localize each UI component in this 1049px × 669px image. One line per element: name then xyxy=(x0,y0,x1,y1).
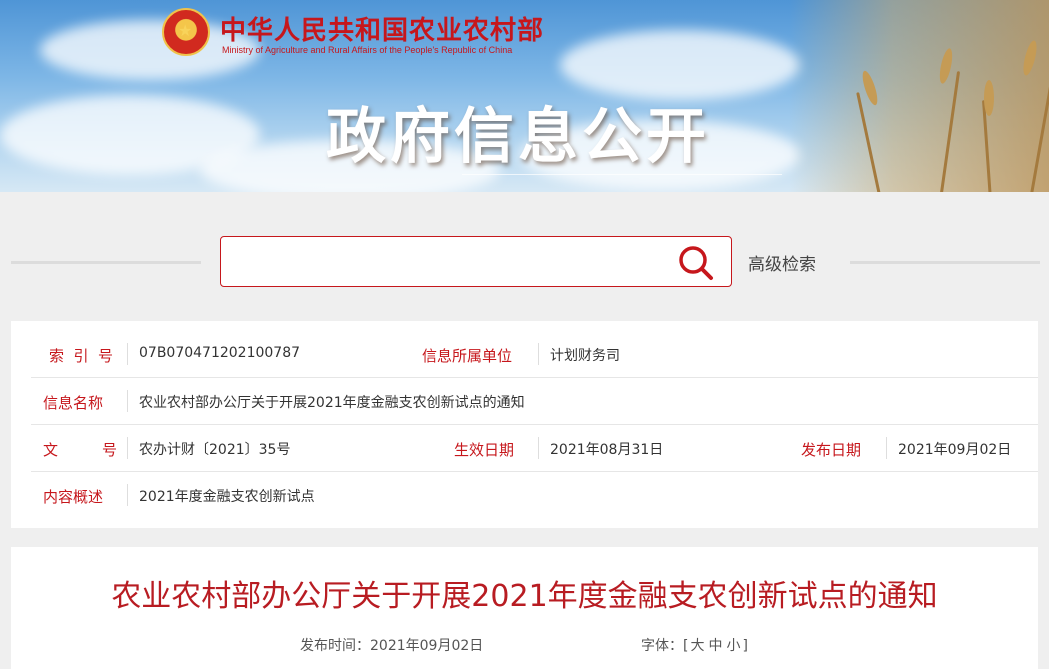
index-value: 07B070471202100787 xyxy=(139,345,301,361)
search-icon[interactable] xyxy=(676,243,716,283)
info-row-index: 索引号 07B070471202100787 信息所属单位 计划财务司 xyxy=(31,331,1038,378)
national-emblem-icon: ★ xyxy=(162,8,210,56)
info-row-name: 信息名称 农业农村部办公厅关于开展2021年度金融支农创新试点的通知 xyxy=(31,378,1038,425)
publish-date-value: 2021年09月02日 xyxy=(898,442,1012,458)
font-size-control: 字体：[大中小] xyxy=(641,638,748,654)
wheat-decoration xyxy=(789,0,1049,192)
header-banner: ★ 中华人民共和国农业农村部 Ministry of Agriculture a… xyxy=(0,0,1049,192)
page-banner-title: 政府信息公开 xyxy=(326,102,710,172)
info-row-doc: 文号 农办计财〔2021〕35号 生效日期 2021年08月31日 发布日期 2… xyxy=(31,425,1038,472)
search-input[interactable] xyxy=(231,245,671,278)
ministry-name-cn[interactable]: 中华人民共和国农业农村部 xyxy=(220,10,544,47)
banner-divider xyxy=(462,174,782,175)
index-label: 索引号 xyxy=(49,347,113,365)
summary-value: 2021年度金融支农创新试点 xyxy=(139,489,315,505)
unit-label: 信息所属单位 xyxy=(422,347,513,365)
font-small-button[interactable]: 小 xyxy=(726,638,740,654)
effective-date-value: 2021年08月31日 xyxy=(550,442,664,458)
article-title: 农业农村部办公厅关于开展2021年度金融支农创新试点的通知 xyxy=(111,579,938,614)
publish-time: 发布时间：2021年09月02日 xyxy=(300,638,484,654)
effective-date-label: 生效日期 xyxy=(454,441,515,459)
font-medium-button[interactable]: 中 xyxy=(708,638,722,654)
name-value: 农业农村部办公厅关于开展2021年度金融支农创新试点的通知 xyxy=(139,395,525,411)
info-metadata-table: 索引号 07B070471202100787 信息所属单位 计划财务司 信息名称… xyxy=(11,321,1038,528)
doc-number-label: 文号 xyxy=(43,441,118,459)
search-divider-right xyxy=(850,261,1040,264)
search-box xyxy=(220,236,732,287)
search-divider-left xyxy=(11,261,201,264)
doc-number-value: 农办计财〔2021〕35号 xyxy=(139,442,291,458)
info-row-summary: 内容概述 2021年度金融支农创新试点 xyxy=(31,472,1038,519)
unit-value: 计划财务司 xyxy=(550,348,620,364)
name-label: 信息名称 xyxy=(43,394,104,412)
advanced-search-link[interactable]: 高级检索 xyxy=(748,250,816,275)
font-large-button[interactable]: 大 xyxy=(690,638,704,654)
summary-label: 内容概述 xyxy=(43,488,104,506)
publish-date-label: 发布日期 xyxy=(801,441,862,459)
article-card: 农业农村部办公厅关于开展2021年度金融支农创新试点的通知 发布时间：2021年… xyxy=(11,547,1038,669)
ministry-name-en: Ministry of Agriculture and Rural Affair… xyxy=(222,45,513,55)
